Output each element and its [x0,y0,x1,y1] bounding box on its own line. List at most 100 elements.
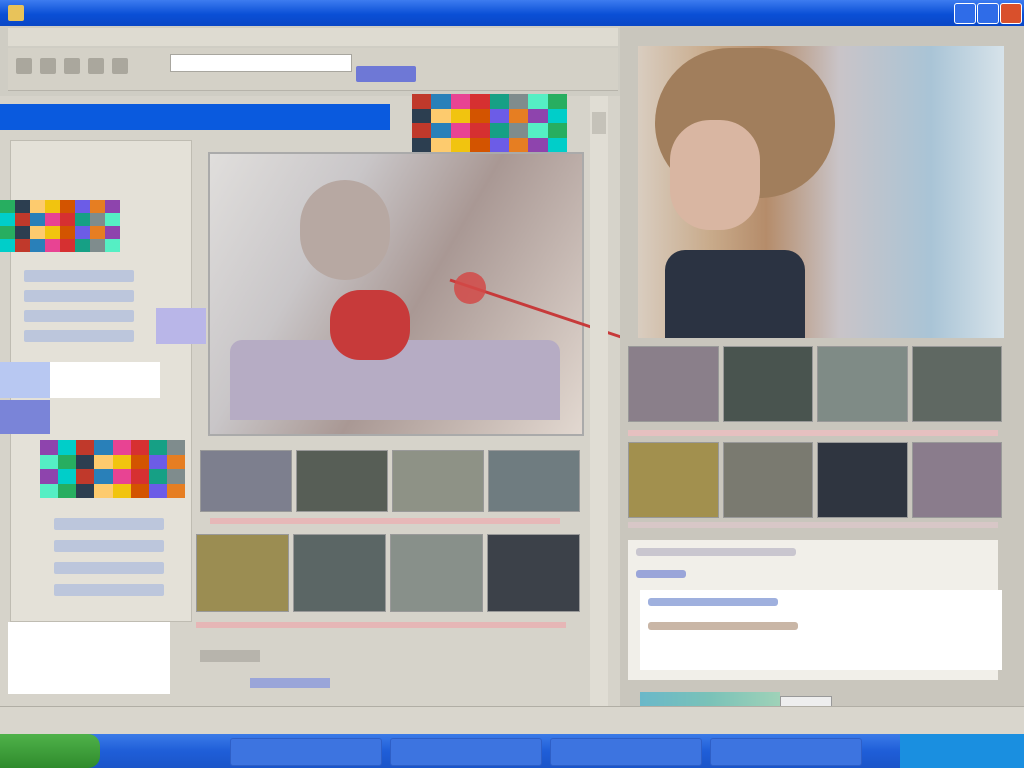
color-swatch[interactable] [40,454,59,469]
color-swatch[interactable] [148,469,167,484]
thumbnail[interactable] [293,534,386,612]
side-link[interactable] [54,584,164,596]
color-swatch[interactable] [15,226,30,239]
color-swatch[interactable] [90,226,105,239]
side-link[interactable] [24,290,134,302]
side-link[interactable] [54,562,164,574]
thumbnail[interactable] [911,442,1002,518]
thumbnail[interactable] [392,450,484,512]
color-swatch[interactable] [76,454,95,469]
color-swatch[interactable] [528,123,548,138]
color-swatch[interactable] [75,226,90,239]
color-swatch[interactable] [76,469,95,484]
thumbnail[interactable] [628,346,719,422]
color-swatch[interactable] [105,239,120,252]
color-swatch[interactable] [166,454,185,469]
start-button[interactable] [0,734,100,768]
color-swatch[interactable] [508,94,529,109]
color-swatch[interactable] [130,440,149,455]
color-swatch[interactable] [58,454,77,469]
color-swatch[interactable] [450,94,471,109]
color-swatch[interactable] [40,469,59,484]
minimize-icon[interactable] [954,3,976,24]
color-swatch[interactable] [450,108,471,123]
thumbnail[interactable] [488,450,580,512]
color-swatch[interactable] [30,239,45,252]
thumbnail[interactable] [722,442,813,518]
color-swatch[interactable] [60,239,75,252]
color-swatch[interactable] [30,226,45,239]
color-swatch[interactable] [30,200,45,213]
color-swatch[interactable] [130,469,149,484]
color-swatch[interactable] [75,200,90,213]
color-swatch[interactable] [60,226,75,239]
color-swatch[interactable] [58,469,77,484]
go-button[interactable] [356,66,416,82]
color-swatch[interactable] [112,440,131,455]
color-swatch[interactable] [40,440,59,455]
color-swatch[interactable] [130,483,149,498]
forward-icon[interactable] [40,58,56,74]
color-swatch[interactable] [508,108,529,123]
color-swatch[interactable] [412,123,432,138]
scrollbar-thumb[interactable] [592,112,606,134]
color-grid[interactable] [40,440,185,498]
search-icon[interactable] [112,58,128,74]
color-swatch[interactable] [547,108,567,123]
color-swatch[interactable] [15,200,30,213]
color-swatch[interactable] [45,213,60,226]
color-swatch[interactable] [470,108,490,123]
home-icon[interactable] [88,58,104,74]
color-swatch[interactable] [40,483,59,498]
color-swatch[interactable] [45,226,60,239]
color-swatch[interactable] [431,94,451,109]
thumbnail[interactable] [487,534,580,612]
refresh-icon[interactable] [64,58,80,74]
color-swatch[interactable] [148,483,167,498]
color-swatch[interactable] [90,213,105,226]
color-swatch[interactable] [489,108,509,123]
color-swatch[interactable] [94,440,113,455]
text-box[interactable] [8,622,170,694]
window-titlebar[interactable] [0,0,1024,26]
color-swatch[interactable] [76,483,95,498]
color-swatch[interactable] [90,200,105,213]
color-swatch[interactable] [489,123,509,138]
color-swatch[interactable] [412,137,432,152]
color-swatch[interactable] [60,200,75,213]
thumbnail[interactable] [722,346,813,422]
color-swatch[interactable] [105,226,120,239]
color-swatch[interactable] [431,108,451,123]
color-swatch[interactable] [94,469,113,484]
color-swatch[interactable] [30,213,45,226]
color-swatch[interactable] [0,213,15,226]
close-icon[interactable] [1000,3,1022,24]
color-swatch[interactable] [412,94,432,109]
taskbar-item[interactable] [710,738,862,766]
color-swatch[interactable] [547,137,567,152]
color-swatch[interactable] [148,440,167,455]
color-swatch[interactable] [15,239,30,252]
address-input[interactable] [170,54,352,72]
side-link[interactable] [24,330,134,342]
color-swatch[interactable] [60,213,75,226]
color-swatch[interactable] [94,454,113,469]
color-swatch[interactable] [94,483,113,498]
thumbnail[interactable] [200,450,292,512]
color-swatch[interactable] [528,137,548,152]
color-swatch[interactable] [148,454,167,469]
side-input[interactable] [50,362,160,398]
color-swatch[interactable] [15,213,30,226]
thumbnail[interactable] [196,534,289,612]
color-swatch[interactable] [105,200,120,213]
footer-link[interactable] [250,678,330,688]
color-swatch[interactable] [166,440,185,455]
color-swatch[interactable] [470,123,490,138]
color-swatch[interactable] [489,137,509,152]
taskbar-item[interactable] [390,738,542,766]
color-swatch[interactable] [528,94,548,109]
color-swatch[interactable] [45,239,60,252]
color-swatch[interactable] [547,123,567,138]
color-swatch[interactable] [450,123,471,138]
color-grid[interactable] [412,94,567,152]
